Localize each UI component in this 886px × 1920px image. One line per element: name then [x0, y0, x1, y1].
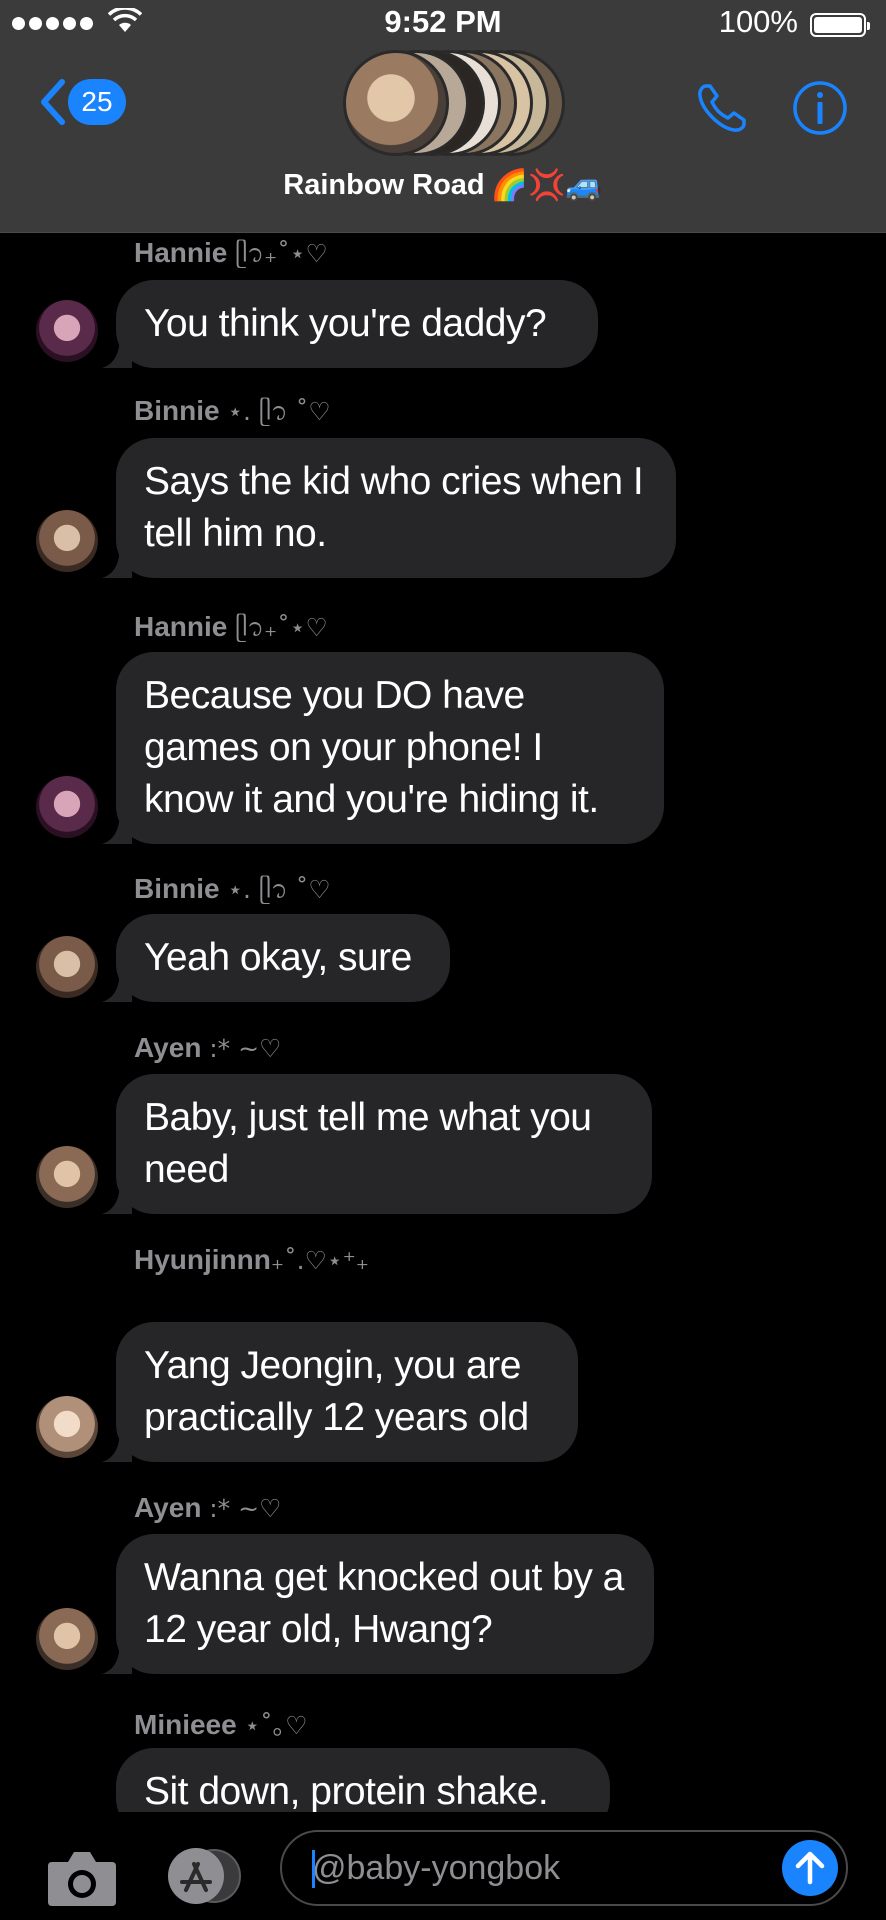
- sender-name: Hyunjinnn₊˚.♡⋆⁺₊: [134, 1244, 369, 1275]
- info-icon[interactable]: [792, 80, 848, 136]
- group-emoji: 🌈💢🚙: [490, 168, 603, 203]
- message-bubble[interactable]: Yeah okay, sure: [102, 914, 450, 1002]
- back-button[interactable]: 25: [34, 76, 126, 128]
- phone-icon[interactable]: [694, 80, 750, 136]
- avatar[interactable]: [36, 1608, 98, 1670]
- avatar[interactable]: [36, 936, 98, 998]
- camera-icon[interactable]: [46, 1848, 118, 1908]
- chevron-left-icon: [41, 79, 65, 125]
- avatar[interactable]: [36, 776, 98, 838]
- sender-name: Binnie ⋆. ᥫ᭡ ˚♡: [134, 395, 331, 426]
- battery-icon: [810, 13, 870, 37]
- sender-name: Hannie ᥫ᭡₊˚⋆♡: [134, 237, 328, 268]
- avatar[interactable]: [36, 1396, 98, 1458]
- app-store-icon[interactable]: [160, 1846, 244, 1906]
- message-bubble[interactable]: Because you DO have games on your phone!…: [102, 652, 664, 844]
- sender-name: Binnie ⋆. ᥫ᭡ ˚♡: [134, 873, 331, 904]
- message-bubble[interactable]: Yang Jeongin, you are practically 12 yea…: [102, 1322, 578, 1462]
- text-caret: [312, 1850, 315, 1888]
- message-bubble[interactable]: You think you're daddy?: [102, 280, 598, 368]
- member-avatar: [343, 50, 449, 156]
- avatar[interactable]: [36, 510, 98, 572]
- message-input[interactable]: [312, 1832, 752, 1904]
- sender-name: Hannie ᥫ᭡₊˚⋆♡: [134, 611, 328, 642]
- message-input-container[interactable]: [280, 1830, 848, 1906]
- conversation-header: 9:52 PM 100% 25 Rainbow Road 🌈💢🚙: [0, 0, 886, 233]
- sender-name: Ayen :* ~♡: [134, 1492, 282, 1523]
- message-bubble[interactable]: Baby, just tell me what you need: [102, 1074, 652, 1214]
- message-bubble[interactable]: Wanna get knocked out by a 12 year old, …: [102, 1534, 654, 1674]
- status-bar: 9:52 PM 100%: [0, 0, 886, 48]
- arrow-up-icon: [795, 1851, 825, 1885]
- composer-bar: [0, 1812, 886, 1920]
- send-button[interactable]: [782, 1840, 838, 1896]
- sender-name: Ayen :* ~♡: [134, 1032, 282, 1063]
- message-bubble[interactable]: Says the kid who cries when I tell him n…: [102, 438, 676, 578]
- sender-name: Minieee ⋆˚｡♡: [134, 1709, 308, 1740]
- battery-percentage: 100%: [718, 4, 798, 39]
- unread-count-badge: 25: [68, 79, 126, 125]
- avatar[interactable]: [36, 300, 98, 362]
- group-avatars[interactable]: [323, 50, 565, 156]
- avatar[interactable]: [36, 1146, 98, 1208]
- group-name[interactable]: Rainbow Road 🌈💢🚙: [0, 168, 886, 203]
